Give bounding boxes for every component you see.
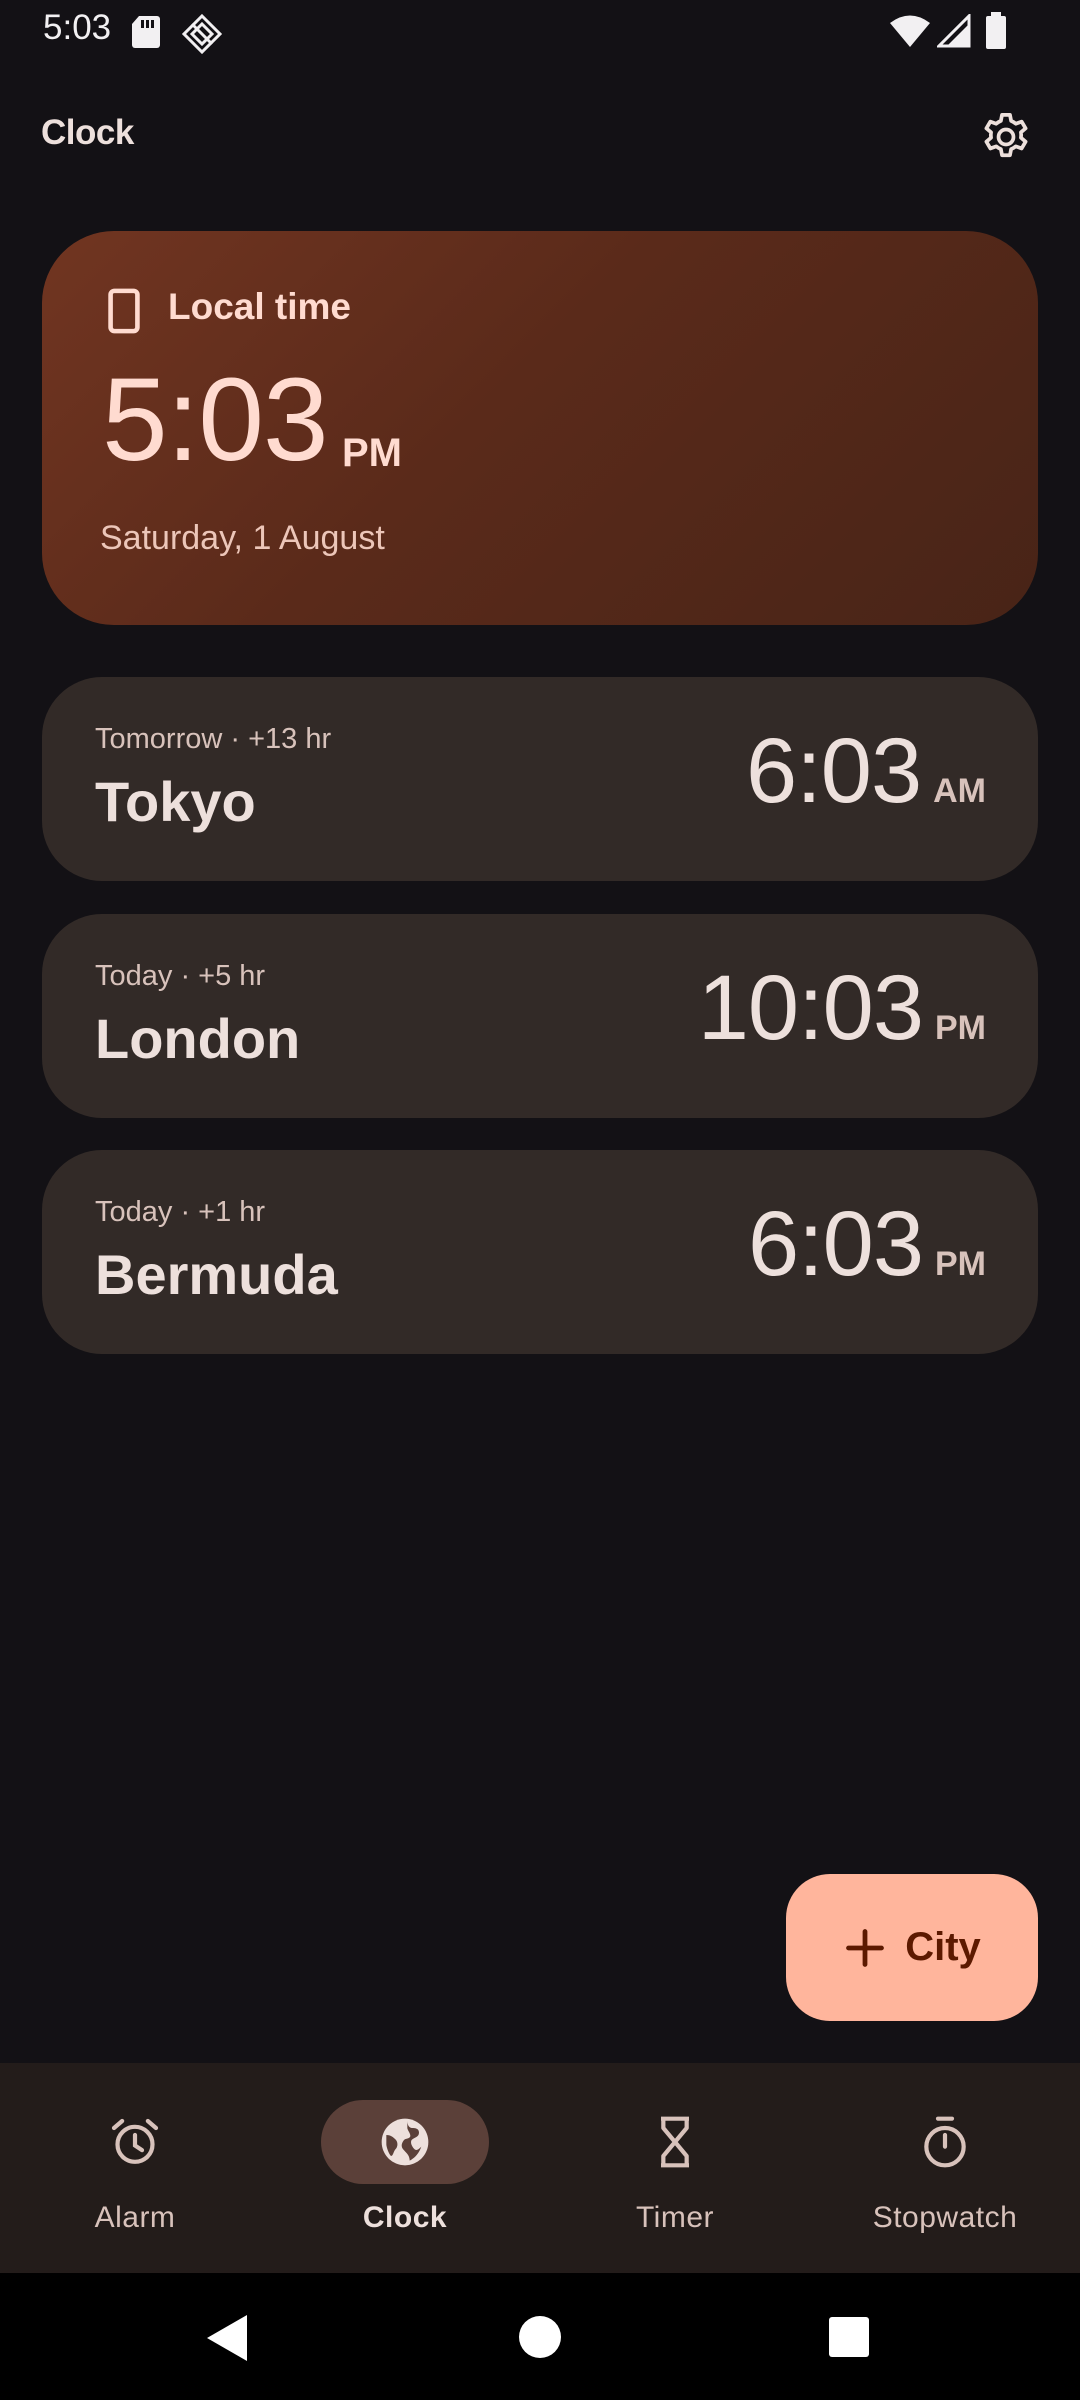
page-title: Clock bbox=[41, 113, 134, 152]
city-ampm: PM bbox=[935, 1009, 986, 1047]
nav-pill bbox=[591, 2100, 759, 2184]
city-offset: Today · +1 hr bbox=[95, 1196, 266, 1228]
city-card-bermuda[interactable]: Today · +1 hr Bermuda 6:03 PM bbox=[42, 1150, 1038, 1354]
wifi-icon bbox=[890, 15, 930, 47]
local-time-label: Local time bbox=[168, 286, 351, 327]
city-time-group: 6:03 AM bbox=[746, 725, 986, 817]
globe-icon bbox=[381, 2118, 429, 2166]
status-time: 5:03 bbox=[43, 8, 112, 47]
recents-icon[interactable] bbox=[829, 2317, 869, 2357]
local-date: Saturday, 1 August bbox=[100, 519, 385, 557]
nav-item-alarm[interactable]: Alarm bbox=[0, 2063, 270, 2273]
settings-button[interactable] bbox=[973, 104, 1039, 170]
nav-label: Clock bbox=[362, 2201, 448, 2234]
gear-icon bbox=[984, 112, 1028, 158]
nav-label: Stopwatch bbox=[872, 2201, 1018, 2234]
nav-label: Alarm bbox=[94, 2201, 176, 2234]
nav-item-clock[interactable]: Clock bbox=[270, 2063, 540, 2273]
local-time-ampm: PM bbox=[342, 431, 402, 475]
plus-icon bbox=[846, 1928, 885, 1967]
city-card-london[interactable]: Today · +5 hr London 10:03 PM bbox=[42, 914, 1038, 1118]
nav-label: Timer bbox=[635, 2201, 715, 2234]
nav-pill bbox=[51, 2100, 219, 2184]
city-name: Tokyo bbox=[95, 770, 256, 833]
add-city-label: City bbox=[905, 1925, 981, 1969]
nav-pill-active bbox=[321, 2100, 489, 2184]
city-time: 10:03 bbox=[697, 957, 924, 1059]
stopwatch-icon bbox=[924, 2116, 966, 2168]
nav-item-stopwatch[interactable]: Stopwatch bbox=[810, 2063, 1080, 2273]
status-bar: 5:03 bbox=[0, 0, 1080, 62]
alarm-icon bbox=[111, 2118, 159, 2164]
gps-off-icon bbox=[182, 14, 222, 54]
city-ampm: AM bbox=[933, 772, 986, 810]
city-time-group: 10:03 PM bbox=[698, 962, 986, 1054]
bottom-navigation: Alarm Clock Timer Stopwatch bbox=[0, 2063, 1080, 2273]
city-card-tokyo[interactable]: Tomorrow · +13 hr Tokyo 6:03 AM bbox=[42, 677, 1038, 881]
city-offset: Tomorrow · +13 hr bbox=[95, 723, 332, 755]
battery-icon bbox=[986, 12, 1006, 49]
back-icon[interactable] bbox=[205, 2313, 249, 2363]
city-time: 6:03 bbox=[746, 720, 922, 822]
nav-pill bbox=[861, 2100, 1029, 2184]
city-name: Bermuda bbox=[95, 1243, 338, 1306]
city-ampm: PM bbox=[935, 1245, 986, 1283]
sd-card-icon bbox=[132, 16, 160, 48]
home-icon[interactable] bbox=[518, 2315, 562, 2359]
nav-item-timer[interactable]: Timer bbox=[540, 2063, 810, 2273]
add-city-button[interactable]: City bbox=[786, 1874, 1038, 2021]
city-offset: Today · +5 hr bbox=[95, 960, 266, 992]
phone-icon bbox=[108, 288, 140, 334]
city-name: London bbox=[95, 1007, 301, 1070]
hourglass-icon bbox=[661, 2116, 689, 2168]
city-time: 6:03 bbox=[747, 1193, 924, 1295]
local-time-value: 5:03 bbox=[102, 354, 329, 486]
signal-icon bbox=[937, 14, 971, 48]
local-time-card: Local time 5:03 PM Saturday, 1 August bbox=[42, 231, 1038, 625]
city-time-group: 6:03 PM bbox=[748, 1198, 986, 1290]
system-navigation-bar bbox=[0, 2273, 1080, 2400]
